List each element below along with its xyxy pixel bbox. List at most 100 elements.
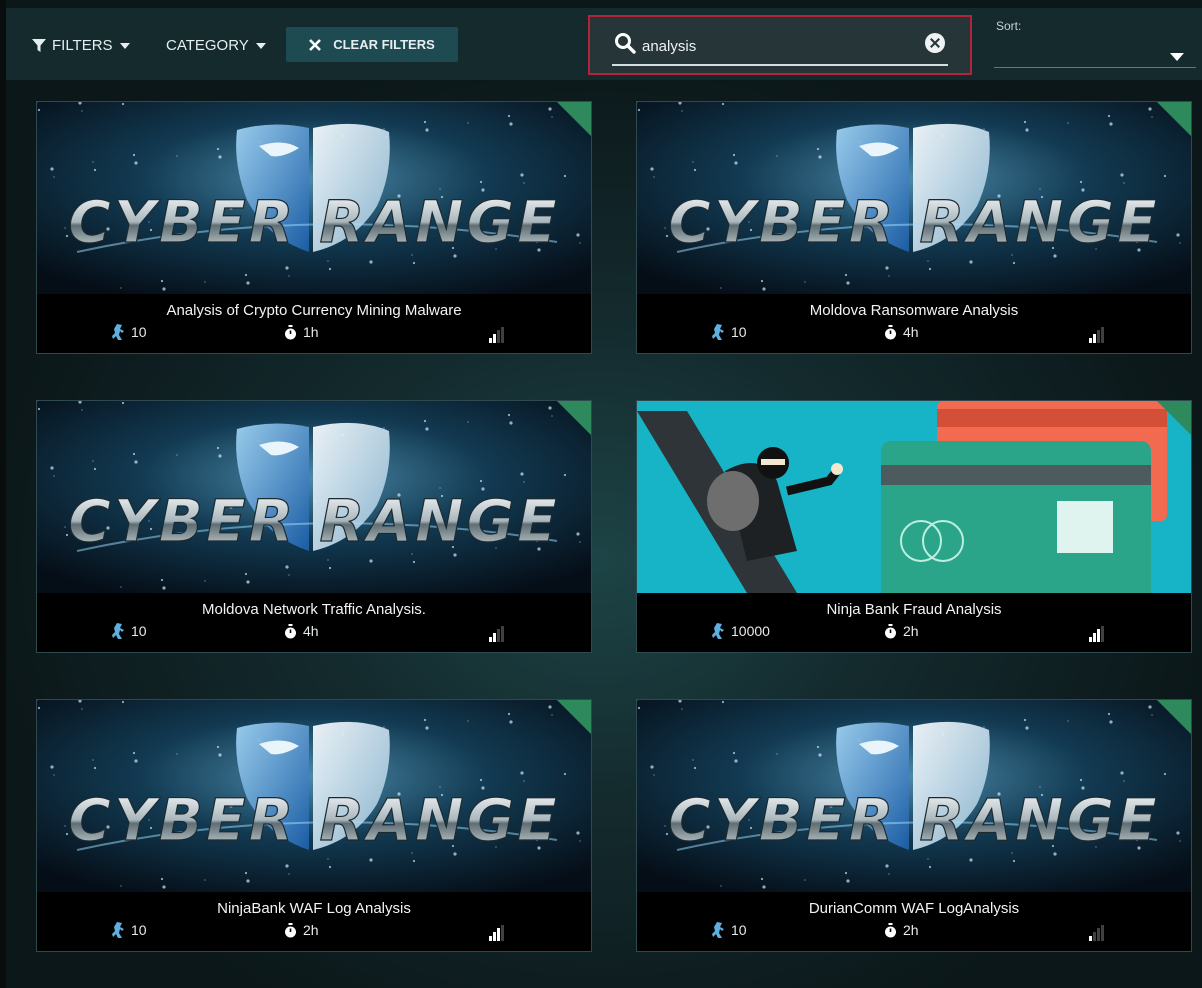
filter-icon xyxy=(32,38,46,52)
challenge-card[interactable]: CYBER RANGE NinjaBank WAF Log Analysis 1… xyxy=(36,699,592,952)
signal-bar xyxy=(489,637,492,642)
signal-bar xyxy=(501,626,504,642)
points-value: 10 xyxy=(731,324,747,340)
signal-bar xyxy=(501,925,504,941)
cyber-range-banner: CYBER RANGE xyxy=(37,700,591,892)
duration-value: 2h xyxy=(903,623,919,639)
credit-card-thief-illustration xyxy=(637,401,1191,593)
app-root: FILTERS CATEGORY CLEAR FILTERS Sort: CYB… xyxy=(0,0,1202,988)
card-duration: 1h xyxy=(284,324,319,340)
signal-bar xyxy=(493,633,496,642)
clear-search-icon[interactable] xyxy=(925,33,945,53)
signal-bar xyxy=(501,327,504,343)
clear-filters-button[interactable]: CLEAR FILTERS xyxy=(286,27,458,62)
banner-text: CYBER RANGE xyxy=(668,786,1160,854)
challenge-thumbnail: CYBER RANGE xyxy=(637,700,1191,892)
signal-bar xyxy=(1097,629,1100,642)
search-input[interactable] xyxy=(642,35,902,57)
challenge-thumbnail: CYBER RANGE xyxy=(37,401,591,593)
category-dropdown[interactable]: CATEGORY xyxy=(166,37,266,54)
signal-bars-icon xyxy=(489,327,507,343)
signal-bars-icon xyxy=(1089,327,1107,343)
challenge-card[interactable]: CYBER RANGE Analysis of Crypto Currency … xyxy=(36,101,592,354)
card-info: DurianComm WAF LogAnalysis 10 2h xyxy=(637,892,1191,951)
card-info: Moldova Ransomware Analysis 10 4h xyxy=(637,294,1191,353)
challenge-thumbnail: CYBER RANGE xyxy=(637,102,1191,294)
banner-text: CYBER RANGE xyxy=(668,188,1160,256)
signal-bar xyxy=(1089,338,1092,343)
signal-bar xyxy=(493,334,496,343)
close-icon xyxy=(309,38,322,51)
card-info: NinjaBank WAF Log Analysis 10 2h xyxy=(37,892,591,951)
signal-bar xyxy=(1089,936,1092,941)
search-icon xyxy=(615,33,636,54)
corner-badge xyxy=(1157,102,1191,136)
banner-text: CYBER RANGE xyxy=(68,487,560,555)
banner-text: CYBER RANGE xyxy=(68,786,560,854)
card-info: Analysis of Crypto Currency Mining Malwa… xyxy=(37,294,591,353)
corner-badge xyxy=(557,102,591,136)
card-duration: 2h xyxy=(884,922,919,938)
stopwatch-icon xyxy=(885,922,896,937)
cyber-range-banner: CYBER RANGE xyxy=(637,102,1191,294)
duration-value: 4h xyxy=(903,324,919,340)
card-points: 10 xyxy=(111,623,147,639)
sort-underline xyxy=(994,67,1196,68)
cyber-range-banner: CYBER RANGE xyxy=(37,102,591,294)
signal-bar xyxy=(1093,633,1096,642)
points-figure-icon xyxy=(712,623,724,639)
challenge-card[interactable]: CYBER RANGE Moldova Network Traffic Anal… xyxy=(36,400,592,653)
card-duration: 4h xyxy=(284,623,319,639)
card-duration: 2h xyxy=(884,623,919,639)
card-title: DurianComm WAF LogAnalysis xyxy=(808,900,1020,917)
card-points: 10 xyxy=(111,324,147,340)
clear-filters-label: CLEAR FILTERS xyxy=(333,37,435,52)
stopwatch-icon xyxy=(285,922,296,937)
card-title: NinjaBank WAF Log Analysis xyxy=(217,900,411,917)
search-underline xyxy=(612,64,948,66)
card-points: 10 xyxy=(711,922,747,938)
card-duration: 4h xyxy=(884,324,919,340)
points-value: 10 xyxy=(131,324,147,340)
challenge-card[interactable]: Ninja Bank Fraud Analysis 10000 2h xyxy=(636,400,1192,653)
signal-bars-icon xyxy=(1089,626,1107,642)
points-value: 10 xyxy=(731,922,747,938)
signal-bar xyxy=(497,629,500,642)
signal-bar xyxy=(1093,932,1096,941)
corner-badge xyxy=(1157,700,1191,734)
sort-select[interactable]: Sort: xyxy=(994,15,1196,70)
points-value: 10 xyxy=(131,623,147,639)
card-title: Analysis of Crypto Currency Mining Malwa… xyxy=(166,302,462,319)
signal-bar xyxy=(1101,925,1104,941)
corner-badge xyxy=(1157,401,1191,435)
points-figure-icon xyxy=(112,324,124,340)
filters-label: FILTERS xyxy=(52,37,113,54)
cyber-range-banner: CYBER RANGE xyxy=(637,700,1191,892)
challenge-thumbnail: CYBER RANGE xyxy=(37,102,591,294)
card-points: 10 xyxy=(111,922,147,938)
stopwatch-icon xyxy=(285,324,296,339)
chevron-down-icon xyxy=(255,42,266,49)
signal-bar xyxy=(1093,334,1096,343)
card-points: 10000 xyxy=(711,623,770,639)
card-points: 10 xyxy=(711,324,747,340)
signal-bar xyxy=(1097,928,1100,941)
signal-bars-icon xyxy=(1089,925,1107,941)
challenge-thumbnail xyxy=(637,401,1191,593)
challenge-card[interactable]: CYBER RANGE DurianComm WAF LogAnalysis 1… xyxy=(636,699,1192,952)
category-label: CATEGORY xyxy=(166,37,249,54)
points-figure-icon xyxy=(112,922,124,938)
chevron-down-icon xyxy=(119,42,130,49)
signal-bar xyxy=(1089,637,1092,642)
challenge-card[interactable]: CYBER RANGE Moldova Ransomware Analysis … xyxy=(636,101,1192,354)
signal-bar xyxy=(489,936,492,941)
signal-bar xyxy=(497,330,500,343)
points-value: 10000 xyxy=(731,623,770,639)
signal-bar xyxy=(1101,327,1104,343)
stopwatch-icon xyxy=(885,324,896,339)
card-info: Moldova Network Traffic Analysis. 10 4h xyxy=(37,593,591,652)
filters-dropdown[interactable]: FILTERS xyxy=(32,37,130,54)
signal-bar xyxy=(1101,626,1104,642)
duration-value: 2h xyxy=(903,922,919,938)
search-box xyxy=(588,15,972,75)
